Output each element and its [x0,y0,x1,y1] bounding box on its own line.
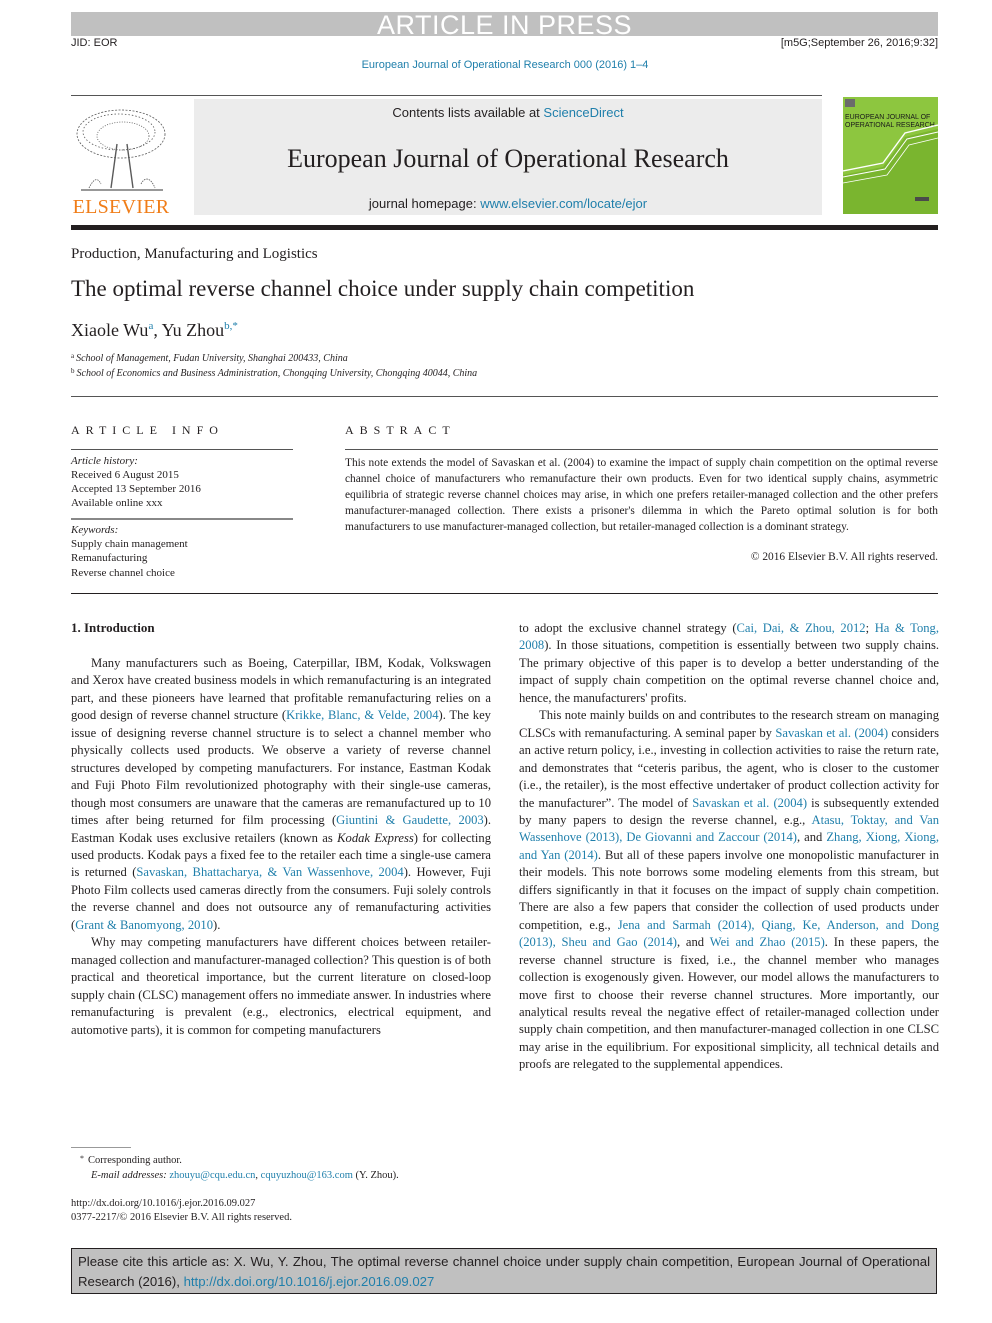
emphasis: Kodak Express [337,830,414,845]
keyword: Remanufacturing [71,552,148,564]
author-list: Xiaole Wua, Yu Zhoub,* [71,320,238,341]
issn-copyright: 0377-2217/© 2016 Elsevier B.V. All right… [71,1212,292,1223]
citation-link[interactable]: Grant & Banomyong, 2010 [75,918,213,932]
author-name[interactable]: Yu Zhou [162,320,225,340]
contents-line: Contents lists available at ScienceDirec… [194,105,822,120]
citation-link[interactable]: Savaskan, Bhattacharya, & Van Wassenhove… [136,865,403,879]
article-info-heading: ARTICLE INFO [71,423,224,437]
affiliation-mark[interactable]: b,* [224,320,238,332]
header-rule [71,95,822,96]
author-separator: , [153,320,162,340]
keyword: Reverse channel choice [71,567,175,579]
body-column-right: to adopt the exclusive channel strategy … [519,620,939,1074]
accepted-date: Accepted 13 September 2016 [71,483,201,495]
divider [71,396,938,397]
abstract-heading: ABSTRACT [345,423,456,437]
journal-cover-thumbnail[interactable]: EUROPEAN JOURNAL OF OPERATIONAL RESEARCH [843,97,938,214]
article-in-press-banner: ARTICLE IN PRESS [71,12,938,39]
homepage-prefix: journal homepage: [368,196,481,211]
corresponding-author-text: Corresponding author. [88,1155,182,1166]
divider [71,518,293,520]
article-history-label: Article history: [71,455,138,467]
affiliation-mark: a [71,352,75,360]
section-label: Production, Manufacturing and Logistics [71,246,318,262]
citation-link[interactable]: Ha & Tong, 2008 [519,621,939,652]
affiliation: b School of Economics and Business Admini… [71,367,477,379]
email-link[interactable]: zhouyu@cqu.edu.cn [169,1170,255,1181]
section-heading-introduction: 1. Introduction [71,620,155,635]
divider [71,593,938,594]
cover-title-line2: OPERATIONAL RESEARCH [845,122,935,129]
paragraph: Many manufacturers such as Boeing, Cater… [71,656,492,932]
article-title: The optimal reverse channel choice under… [71,276,695,301]
sciencedirect-link[interactable]: ScienceDirect [543,105,623,120]
abstract-body: This note extends the model of Savaskan … [345,457,938,533]
author-name[interactable]: Xiaole Wu [71,320,148,340]
citation-link[interactable]: Cai, Dai, & Zhou, 2012 [737,621,866,635]
citation-link[interactable]: Wei and Zhao (2015) [710,935,825,949]
paragraph: to adopt the exclusive channel strategy … [519,621,939,705]
email-suffix: (Y. Zhou). [352,1170,399,1181]
body-column-left: Many manufacturers such as Boeing, Cater… [71,655,491,1039]
affiliation-mark: b [71,367,75,375]
citation-link[interactable]: Krikke, Blanc, & Velde, 2004 [286,708,438,722]
paragraph: This note mainly builds on and contribut… [519,708,940,1072]
affiliation-text: School of Economics and Business Adminis… [76,368,478,379]
citation-box: Please cite this article as: X. Wu, Y. Z… [71,1248,937,1294]
footnote-mark: * [80,1154,84,1163]
cover-title-line1: EUROPEAN JOURNAL OF [845,114,930,121]
email-addresses: E-mail addresses: zhouyu@cqu.edu.cn, cqu… [91,1170,399,1181]
received-date: Received 6 August 2015 [71,469,179,481]
masthead-thick-rule [71,225,938,230]
journal-id: JID: EOR [71,37,118,49]
homepage-line: journal homepage: www.elsevier.com/locat… [194,196,822,211]
production-stamp: [m5G;September 26, 2016;9:32] [780,37,938,49]
keyword: Supply chain management [71,538,188,550]
paragraph: Why may competing manufacturers have dif… [71,935,491,1037]
elsevier-wordmark: ELSEVIER [72,196,170,218]
divider [71,449,293,450]
journal-reference-link[interactable]: European Journal of Operational Research… [0,59,992,71]
corresponding-author-note: * Corresponding author. [80,1154,182,1166]
citation-link[interactable]: Savaskan et al. (2004) [775,726,888,740]
affiliation-text: School of Management, Fudan University, … [76,353,348,364]
divider [345,449,938,450]
citation-doi-link[interactable]: http://dx.doi.org/10.1016/j.ejor.2016.09… [184,1274,435,1289]
citation-link[interactable]: Giuntini & Gaudette, 2003 [336,813,484,827]
keywords-label: Keywords: [71,524,119,536]
email-label: E-mail addresses: [91,1170,170,1181]
journal-homepage-link[interactable]: www.elsevier.com/locate/ejor [480,196,647,211]
citation-link[interactable]: Savaskan et al. (2004) [692,796,807,810]
journal-title: European Journal of Operational Research [287,144,729,173]
available-online: Available online xxx [71,497,163,509]
doi-link[interactable]: http://dx.doi.org/10.1016/j.ejor.2016.09… [71,1198,255,1209]
copyright-notice: © 2016 Elsevier B.V. All rights reserved… [750,551,938,563]
contents-prefix: Contents lists available at [392,105,544,120]
affiliation: a School of Management, Fudan University,… [71,352,348,364]
footnote-rule [71,1147,131,1148]
email-link[interactable]: cquyuzhou@163.com [261,1170,353,1181]
